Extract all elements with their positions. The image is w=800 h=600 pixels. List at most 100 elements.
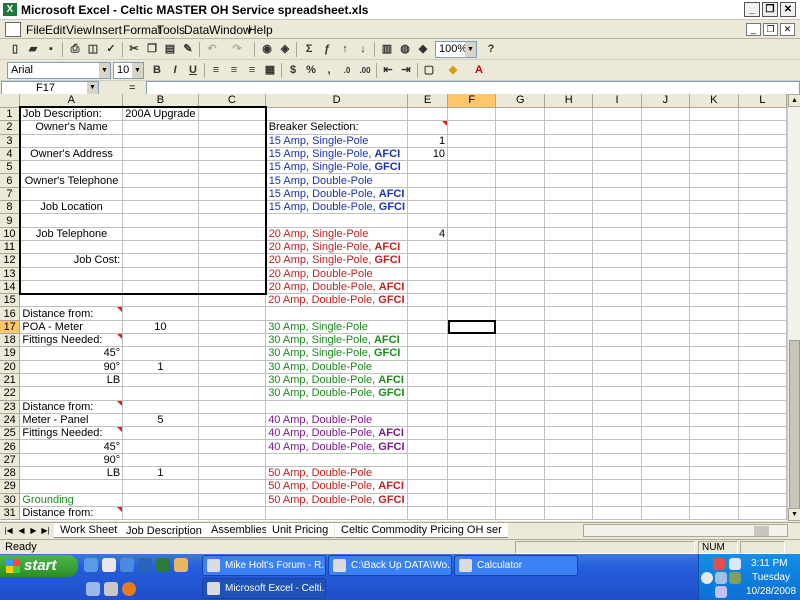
doc-minimize-button[interactable]: _ <box>746 23 761 36</box>
cell-a21[interactable]: LB <box>19 373 124 388</box>
help-icon[interactable]: ? <box>484 43 498 56</box>
cell-d26[interactable]: 40 Amp, Double-Pole, GFCI <box>265 439 409 454</box>
menu-data[interactable]: Data <box>184 23 209 37</box>
cell-d3[interactable]: 15 Amp, Single-Pole <box>265 134 409 148</box>
row-header[interactable]: 24 <box>0 413 21 428</box>
col-header-i[interactable]: I <box>592 94 642 108</box>
scroll-thumb[interactable] <box>789 340 800 510</box>
row-header[interactable]: 27 <box>0 453 21 468</box>
cell-c1[interactable] <box>198 106 267 122</box>
menu-tools[interactable]: Tools <box>157 23 185 37</box>
app-icon[interactable] <box>104 582 118 596</box>
cell-a17[interactable]: POA - Meter <box>19 320 124 335</box>
row-header[interactable]: 26 <box>0 439 21 454</box>
minimize-button[interactable]: _ <box>744 2 760 17</box>
new-icon[interactable]: ▯ <box>8 43 22 56</box>
decrease-decimal-icon[interactable]: .00 <box>358 64 372 77</box>
row-header[interactable]: 16 <box>0 306 21 321</box>
row-header[interactable]: 4 <box>0 147 21 162</box>
cell-a28[interactable]: LB <box>19 466 124 481</box>
cut-icon[interactable]: ✂ <box>127 43 141 56</box>
row-header[interactable]: 19 <box>0 346 21 361</box>
cell-d2[interactable]: Breaker Selection: <box>265 120 409 135</box>
scroll-down-icon[interactable]: ▼ <box>788 508 800 521</box>
col-header-e[interactable]: E <box>407 94 449 108</box>
col-header-b[interactable]: B <box>122 94 199 108</box>
cell-e3[interactable]: 1 <box>407 134 449 148</box>
excel-icon[interactable] <box>156 558 170 572</box>
formula-input[interactable] <box>146 81 800 95</box>
merge-center-icon[interactable]: ▦ <box>263 64 277 77</box>
zoom-select[interactable]: 100% ▼ <box>435 41 477 58</box>
cell-a25[interactable]: Fittings Needed: <box>19 426 124 441</box>
cell-a26[interactable]: 45° <box>19 439 124 454</box>
cell-d10[interactable]: 20 Amp, Single-Pole <box>265 227 409 241</box>
horizontal-scrollbar[interactable] <box>583 524 788 537</box>
menu-view[interactable]: View <box>66 23 92 37</box>
clock-time[interactable]: 3:11 PM <box>751 558 788 569</box>
row-header[interactable]: 18 <box>0 333 21 348</box>
row-header[interactable]: 3 <box>0 134 21 148</box>
cell-d4[interactable]: 15 Amp, Single-Pole, AFCI <box>265 147 409 162</box>
cell-a4[interactable]: Owner's Address <box>18 147 124 162</box>
fill-color-icon[interactable]: ◆ <box>446 64 460 77</box>
col-header-j[interactable]: J <box>641 94 691 108</box>
row-header[interactable]: 31 <box>0 506 21 521</box>
tab-assemblies[interactable]: Assemblies <box>205 523 274 538</box>
function-icon[interactable]: ƒ <box>320 43 334 56</box>
cell-a1[interactable]: Job Description: <box>18 106 124 122</box>
row-header[interactable]: 9 <box>0 213 21 228</box>
increase-decimal-icon[interactable]: .0 <box>340 64 354 77</box>
cell-d18[interactable]: 30 Amp, Single-Pole, AFCI <box>265 333 409 348</box>
font-select[interactable]: Arial ▼ <box>7 62 111 79</box>
maximize-button[interactable]: ❐ <box>762 2 778 17</box>
ie-icon[interactable] <box>120 558 134 572</box>
explorer-icon[interactable] <box>102 558 116 572</box>
first-sheet-icon[interactable]: |◀ <box>3 525 14 536</box>
doc-close-button[interactable]: ✕ <box>780 23 795 36</box>
sort-desc-icon[interactable]: ↓ <box>356 43 370 56</box>
cell-d12[interactable]: 20 Amp, Single-Pole, GFCI <box>265 253 409 268</box>
col-header-g[interactable]: G <box>495 94 545 108</box>
open-icon[interactable]: ▰ <box>26 43 40 56</box>
tab-unit-pricing[interactable]: Unit Pricing <box>266 523 335 538</box>
cell-a18[interactable]: Fittings Needed: <box>19 333 124 348</box>
cell-a30[interactable]: Grounding <box>19 493 124 507</box>
desktop-icon[interactable] <box>84 558 98 572</box>
cell-a6[interactable]: Owner's Telephone <box>18 173 124 188</box>
sort-asc-icon[interactable]: ↑ <box>338 43 352 56</box>
row-header[interactable]: 2 <box>0 120 21 135</box>
cell-d22[interactable]: 30 Amp, Double-Pole, GFCI <box>265 386 409 401</box>
row-header[interactable]: 23 <box>0 400 21 414</box>
cell-d21[interactable]: 30 Amp, Double-Pole, AFCI <box>265 373 409 388</box>
cell-d8[interactable]: 15 Amp, Double-Pole, GFCI <box>265 200 409 215</box>
scroll-thumb[interactable] <box>754 526 769 536</box>
autosum-icon[interactable]: Σ <box>302 43 316 56</box>
cell-d13[interactable]: 20 Amp, Double-Pole <box>265 267 409 281</box>
app-icon[interactable] <box>138 558 152 572</box>
cell-d1[interactable] <box>265 107 409 122</box>
map-icon[interactable]: ◍ <box>398 43 412 56</box>
cell-e10[interactable]: 4 <box>407 227 449 241</box>
cell-a12[interactable]: Job Cost: <box>18 253 124 268</box>
row-header[interactable]: 17 <box>0 320 21 335</box>
firefox-icon[interactable] <box>122 582 136 596</box>
cell-d14[interactable]: 20 Amp, Double-Pole, AFCI <box>265 280 409 295</box>
align-center-icon[interactable]: ≡ <box>227 64 241 77</box>
comma-icon[interactable]: , <box>322 64 336 77</box>
app-icon[interactable] <box>86 582 100 596</box>
cell-d11[interactable]: 20 Amp, Single-Pole, AFCI <box>265 240 409 255</box>
col-header-f[interactable]: F <box>447 94 497 108</box>
select-all-corner[interactable] <box>0 94 21 108</box>
font-color-icon[interactable]: A <box>472 64 486 77</box>
row-header[interactable]: 28 <box>0 466 21 481</box>
tab-job-description[interactable]: Job Description <box>120 523 208 538</box>
cell-a8[interactable]: Job Location <box>18 200 124 215</box>
task-excel[interactable]: Microsoft Excel - Celti... <box>202 578 326 599</box>
cell-a31[interactable]: Distance from: <box>19 506 124 521</box>
spreadsheet-grid[interactable]: A B C D E F G H I J K L 1 Job Description… <box>0 94 787 521</box>
redo-icon[interactable]: ↷ <box>230 43 244 56</box>
drawing-icon[interactable]: ◆ <box>416 43 430 56</box>
menu-file[interactable]: File <box>26 23 45 37</box>
currency-icon[interactable]: $ <box>286 64 300 77</box>
